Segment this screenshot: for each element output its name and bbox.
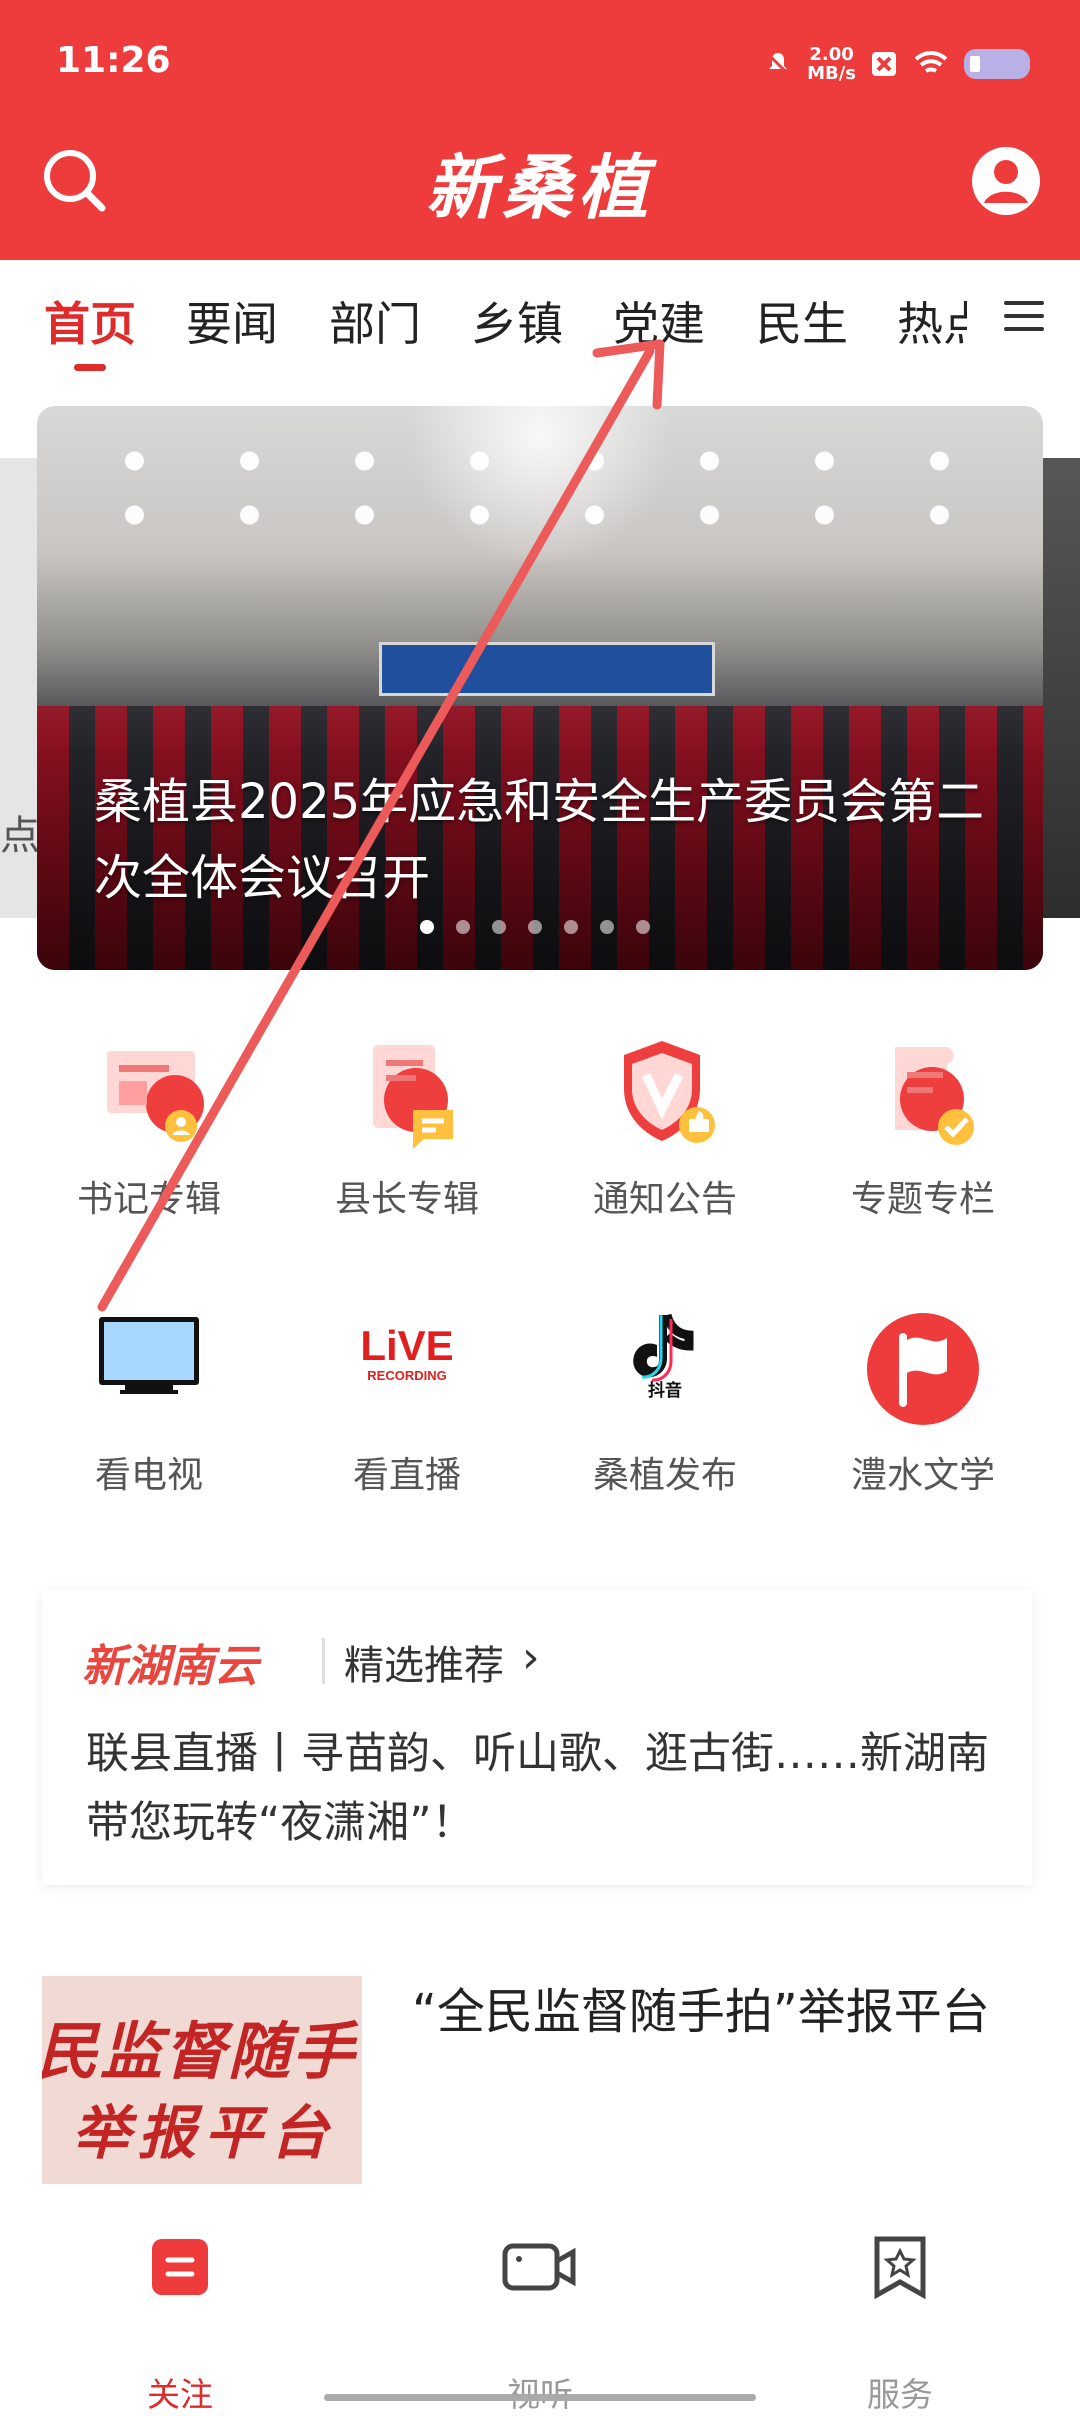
grid-label: 县长专辑 [334, 1179, 479, 1220]
banner-title: 桑植县2025年应急和安全生产委员会第二次全体会议召开 [94, 774, 985, 906]
close-box-icon [872, 52, 896, 76]
tab-news[interactable]: 要闻 [186, 288, 278, 354]
brand-logo: 新湖南云 [82, 1641, 258, 1692]
previous-banner-text: 点 [0, 813, 40, 859]
network-speed-value: 2.00 [809, 44, 854, 65]
grid-label: 书记专辑 [76, 1179, 221, 1220]
chat-document-icon [373, 1045, 453, 1149]
banner-dot [528, 920, 542, 934]
mute-bell-icon [767, 52, 790, 76]
grid-label: 澧水文学 [850, 1455, 995, 1496]
scroll-icon [895, 1047, 974, 1145]
tab-towns[interactable]: 乡镇 [471, 288, 563, 354]
follow-icon [152, 2239, 208, 2295]
bottom-navigation: 关注 视听 服务 [0, 2184, 1080, 2414]
news-thumbnail[interactable]: 民监督随手 举报平台 [42, 1976, 362, 2186]
service-bookmark-icon [874, 2236, 926, 2300]
recommendation-label[interactable]: 精选推荐 [344, 1633, 504, 1691]
nav-label: 服务 [867, 2375, 933, 2414]
wifi-icon [914, 51, 948, 73]
nav-label: 关注 [147, 2375, 213, 2414]
banner-photo [77, 434, 997, 534]
banner-dot-active [420, 920, 434, 934]
banner-pagination [420, 920, 650, 934]
grid-label: 通知公告 [592, 1179, 737, 1220]
network-speed-unit: MB/s [807, 63, 856, 84]
brand-divider [322, 1638, 325, 1684]
tab-hot[interactable]: 热点 [897, 288, 967, 354]
grid-label: 桑植发布 [592, 1455, 737, 1496]
tab-party-building[interactable]: 党建 [613, 288, 705, 354]
tab-livelihood[interactable]: 民生 [756, 288, 848, 354]
book-document-icon [107, 1051, 204, 1142]
thumbnail-text-line-1: 民监督随手 [42, 2015, 357, 2088]
grid-item-notices[interactable]: 通知公告 [555, 1036, 775, 1226]
grid-item-county-head[interactable]: 县长专辑 [297, 1036, 517, 1226]
live-badge-main: LiVE [360, 1322, 453, 1369]
active-tab-indicator [74, 364, 106, 371]
grid-label: 专题专栏 [850, 1179, 995, 1220]
tv-icon [99, 1317, 199, 1394]
live-recording-icon: LiVE RECORDING [360, 1322, 453, 1383]
thumbnail-text-line-2: 举报平台 [72, 2099, 337, 2167]
channel-tabs: 首页 要闻 部门 乡镇 党建 民生 热点 [0, 260, 1080, 380]
grid-label: 看直播 [352, 1455, 461, 1496]
live-badge-sub: RECORDING [367, 1368, 446, 1383]
featured-news-banner[interactable]: 桑植县2025年应急和安全生产委员会第二次全体会议召开 [37, 406, 1043, 970]
douyin-icon: 抖音 [633, 1313, 694, 1400]
shield-icon [624, 1041, 715, 1143]
menu-icon[interactable] [1004, 299, 1044, 333]
next-banner-peek[interactable] [1040, 458, 1080, 918]
nav-label: 视听 [450, 2368, 630, 2416]
douyin-label: 抖音 [648, 1380, 682, 1400]
banner-dot [564, 920, 578, 934]
grid-item-lishui-literature[interactable]: 澧水文学 [813, 1310, 1033, 1500]
user-icon[interactable] [970, 145, 1042, 217]
banner-dot [456, 920, 470, 934]
grid-item-sangzhi-release[interactable]: 抖音 桑植发布 [555, 1310, 775, 1500]
home-indicator[interactable] [324, 2394, 756, 2401]
previous-banner-peek[interactable]: 点 [0, 458, 40, 918]
banner-dot [636, 920, 650, 934]
news-title[interactable]: “全民监督随手拍”举报平台 [412, 1978, 1032, 2046]
tab-departments[interactable]: 部门 [329, 288, 421, 354]
grid-item-watch-live[interactable]: LiVE RECORDING 看直播 [297, 1310, 517, 1500]
banner-dot [492, 920, 506, 934]
status-time: 11:26 [56, 40, 171, 81]
app-header: 11:26 2.00 MB/s 新桑植 [0, 0, 1080, 260]
grid-item-watch-tv[interactable]: 看电视 [39, 1310, 259, 1500]
tab-home[interactable]: 首页 [44, 288, 136, 354]
conference-screen [379, 642, 715, 696]
flag-icon [867, 1313, 979, 1425]
video-icon [502, 2243, 576, 2291]
chevron-right-icon[interactable]: › [522, 1632, 540, 1683]
battery-icon [964, 49, 1030, 79]
recommendation-card[interactable]: 新湖南云 精选推荐 › 联县直播丨寻苗韵、听山歌、逛古街……新湖南带您玩转“夜潇… [42, 1590, 1032, 1885]
banner-dot [600, 920, 614, 934]
grid-item-topics[interactable]: 专题专栏 [813, 1036, 1033, 1226]
network-speed: 2.00 MB/s [807, 45, 856, 83]
app-logo: 新桑植 [426, 146, 654, 229]
recommendation-text[interactable]: 联县直播丨寻苗韵、听山歌、逛古街……新湖南带您玩转“夜潇湘”！ [86, 1720, 1006, 1858]
grid-item-secretary[interactable]: 书记专辑 [39, 1036, 259, 1226]
status-icons: 2.00 MB/s [763, 42, 1030, 86]
grid-label: 看电视 [94, 1455, 203, 1496]
